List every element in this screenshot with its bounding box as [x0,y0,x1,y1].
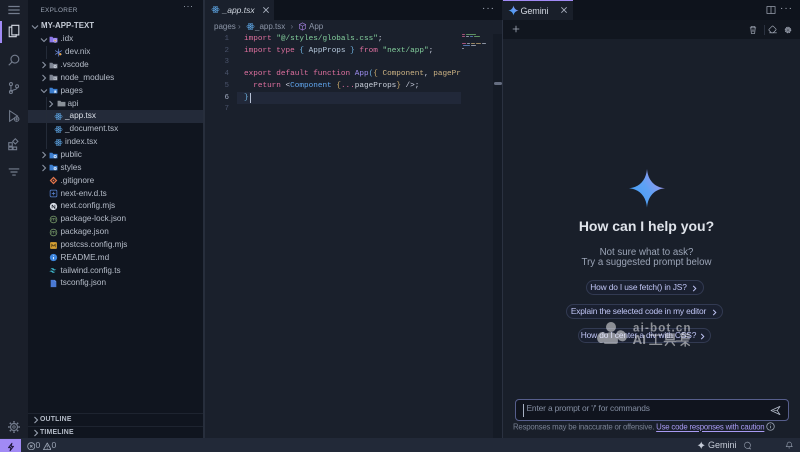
svg-text:AI: AI [633,332,646,347]
